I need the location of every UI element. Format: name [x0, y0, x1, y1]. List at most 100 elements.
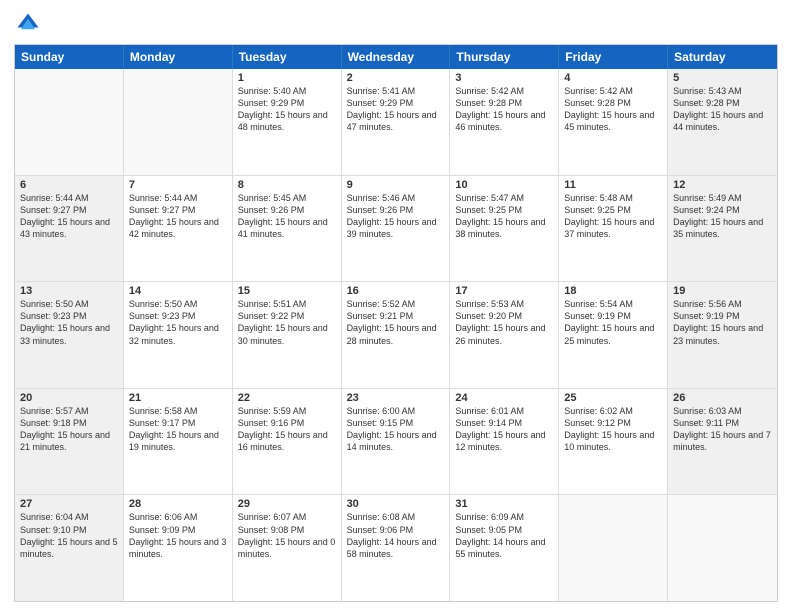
calendar-cell: [15, 69, 124, 175]
weekday-header: Wednesday: [342, 45, 451, 69]
calendar-cell: 26Sunrise: 6:03 AM Sunset: 9:11 PM Dayli…: [668, 389, 777, 495]
weekday-header: Monday: [124, 45, 233, 69]
day-info: Sunrise: 6:07 AM Sunset: 9:08 PM Dayligh…: [238, 511, 336, 560]
day-number: 25: [564, 392, 662, 404]
day-info: Sunrise: 5:47 AM Sunset: 9:25 PM Dayligh…: [455, 192, 553, 241]
calendar-cell: 23Sunrise: 6:00 AM Sunset: 9:15 PM Dayli…: [342, 389, 451, 495]
day-number: 10: [455, 179, 553, 191]
day-number: 15: [238, 285, 336, 297]
day-number: 21: [129, 392, 227, 404]
day-number: 16: [347, 285, 445, 297]
day-number: 27: [20, 498, 118, 510]
day-info: Sunrise: 6:04 AM Sunset: 9:10 PM Dayligh…: [20, 511, 118, 560]
weekday-header: Saturday: [668, 45, 777, 69]
day-number: 1: [238, 72, 336, 84]
calendar-cell: 8Sunrise: 5:45 AM Sunset: 9:26 PM Daylig…: [233, 176, 342, 282]
weekday-header: Sunday: [15, 45, 124, 69]
day-number: 4: [564, 72, 662, 84]
calendar-cell: 28Sunrise: 6:06 AM Sunset: 9:09 PM Dayli…: [124, 495, 233, 601]
day-info: Sunrise: 6:03 AM Sunset: 9:11 PM Dayligh…: [673, 405, 772, 454]
logo: [14, 10, 46, 38]
day-info: Sunrise: 5:42 AM Sunset: 9:28 PM Dayligh…: [564, 85, 662, 134]
calendar-cell: [124, 69, 233, 175]
day-info: Sunrise: 6:02 AM Sunset: 9:12 PM Dayligh…: [564, 405, 662, 454]
calendar-cell: 1Sunrise: 5:40 AM Sunset: 9:29 PM Daylig…: [233, 69, 342, 175]
page: SundayMondayTuesdayWednesdayThursdayFrid…: [0, 0, 792, 612]
day-info: Sunrise: 5:42 AM Sunset: 9:28 PM Dayligh…: [455, 85, 553, 134]
calendar-cell: 19Sunrise: 5:56 AM Sunset: 9:19 PM Dayli…: [668, 282, 777, 388]
calendar-cell: 7Sunrise: 5:44 AM Sunset: 9:27 PM Daylig…: [124, 176, 233, 282]
calendar-cell: 2Sunrise: 5:41 AM Sunset: 9:29 PM Daylig…: [342, 69, 451, 175]
calendar-body: 1Sunrise: 5:40 AM Sunset: 9:29 PM Daylig…: [15, 69, 777, 601]
day-info: Sunrise: 6:00 AM Sunset: 9:15 PM Dayligh…: [347, 405, 445, 454]
day-number: 6: [20, 179, 118, 191]
day-number: 26: [673, 392, 772, 404]
calendar-cell: 9Sunrise: 5:46 AM Sunset: 9:26 PM Daylig…: [342, 176, 451, 282]
day-number: 17: [455, 285, 553, 297]
day-info: Sunrise: 6:01 AM Sunset: 9:14 PM Dayligh…: [455, 405, 553, 454]
day-number: 28: [129, 498, 227, 510]
day-info: Sunrise: 5:56 AM Sunset: 9:19 PM Dayligh…: [673, 298, 772, 347]
calendar-cell: 14Sunrise: 5:50 AM Sunset: 9:23 PM Dayli…: [124, 282, 233, 388]
logo-icon: [14, 10, 42, 38]
calendar-cell: 4Sunrise: 5:42 AM Sunset: 9:28 PM Daylig…: [559, 69, 668, 175]
day-info: Sunrise: 5:43 AM Sunset: 9:28 PM Dayligh…: [673, 85, 772, 134]
day-info: Sunrise: 5:51 AM Sunset: 9:22 PM Dayligh…: [238, 298, 336, 347]
day-number: 14: [129, 285, 227, 297]
day-info: Sunrise: 6:08 AM Sunset: 9:06 PM Dayligh…: [347, 511, 445, 560]
day-number: 3: [455, 72, 553, 84]
calendar-cell: 25Sunrise: 6:02 AM Sunset: 9:12 PM Dayli…: [559, 389, 668, 495]
calendar-cell: 30Sunrise: 6:08 AM Sunset: 9:06 PM Dayli…: [342, 495, 451, 601]
day-number: 23: [347, 392, 445, 404]
calendar-cell: [559, 495, 668, 601]
calendar-cell: 31Sunrise: 6:09 AM Sunset: 9:05 PM Dayli…: [450, 495, 559, 601]
calendar-row: 1Sunrise: 5:40 AM Sunset: 9:29 PM Daylig…: [15, 69, 777, 175]
day-number: 8: [238, 179, 336, 191]
calendar: SundayMondayTuesdayWednesdayThursdayFrid…: [14, 44, 778, 602]
day-number: 13: [20, 285, 118, 297]
day-number: 11: [564, 179, 662, 191]
day-number: 2: [347, 72, 445, 84]
day-number: 22: [238, 392, 336, 404]
calendar-cell: 21Sunrise: 5:58 AM Sunset: 9:17 PM Dayli…: [124, 389, 233, 495]
calendar-cell: 10Sunrise: 5:47 AM Sunset: 9:25 PM Dayli…: [450, 176, 559, 282]
calendar-cell: 15Sunrise: 5:51 AM Sunset: 9:22 PM Dayli…: [233, 282, 342, 388]
day-info: Sunrise: 5:50 AM Sunset: 9:23 PM Dayligh…: [129, 298, 227, 347]
calendar-cell: 11Sunrise: 5:48 AM Sunset: 9:25 PM Dayli…: [559, 176, 668, 282]
day-info: Sunrise: 5:48 AM Sunset: 9:25 PM Dayligh…: [564, 192, 662, 241]
calendar-header: SundayMondayTuesdayWednesdayThursdayFrid…: [15, 45, 777, 69]
calendar-cell: 13Sunrise: 5:50 AM Sunset: 9:23 PM Dayli…: [15, 282, 124, 388]
weekday-header: Thursday: [450, 45, 559, 69]
calendar-cell: 6Sunrise: 5:44 AM Sunset: 9:27 PM Daylig…: [15, 176, 124, 282]
calendar-cell: 12Sunrise: 5:49 AM Sunset: 9:24 PM Dayli…: [668, 176, 777, 282]
day-info: Sunrise: 5:50 AM Sunset: 9:23 PM Dayligh…: [20, 298, 118, 347]
day-info: Sunrise: 5:46 AM Sunset: 9:26 PM Dayligh…: [347, 192, 445, 241]
calendar-cell: 20Sunrise: 5:57 AM Sunset: 9:18 PM Dayli…: [15, 389, 124, 495]
day-info: Sunrise: 5:44 AM Sunset: 9:27 PM Dayligh…: [129, 192, 227, 241]
day-info: Sunrise: 5:49 AM Sunset: 9:24 PM Dayligh…: [673, 192, 772, 241]
weekday-header: Friday: [559, 45, 668, 69]
calendar-cell: 3Sunrise: 5:42 AM Sunset: 9:28 PM Daylig…: [450, 69, 559, 175]
day-info: Sunrise: 5:54 AM Sunset: 9:19 PM Dayligh…: [564, 298, 662, 347]
day-number: 12: [673, 179, 772, 191]
day-number: 5: [673, 72, 772, 84]
calendar-row: 20Sunrise: 5:57 AM Sunset: 9:18 PM Dayli…: [15, 388, 777, 495]
calendar-row: 6 Sunrise: 5:44 AM Sunset: 9:27 PM Daylig…: [15, 175, 777, 282]
calendar-row: 27Sunrise: 6:04 AM Sunset: 9:10 PM Dayli…: [15, 494, 777, 601]
day-number: 18: [564, 285, 662, 297]
day-info: Sunrise: 5:40 AM Sunset: 9:29 PM Dayligh…: [238, 85, 336, 134]
weekday-header: Tuesday: [233, 45, 342, 69]
calendar-row: 13Sunrise: 5:50 AM Sunset: 9:23 PM Dayli…: [15, 281, 777, 388]
calendar-cell: 18Sunrise: 5:54 AM Sunset: 9:19 PM Dayli…: [559, 282, 668, 388]
header: [14, 10, 778, 38]
calendar-cell: 5Sunrise: 5:43 AM Sunset: 9:28 PM Daylig…: [668, 69, 777, 175]
day-info: Sunrise: 5:41 AM Sunset: 9:29 PM Dayligh…: [347, 85, 445, 134]
calendar-cell: 29Sunrise: 6:07 AM Sunset: 9:08 PM Dayli…: [233, 495, 342, 601]
day-number: 7: [129, 179, 227, 191]
day-number: 24: [455, 392, 553, 404]
day-info: Sunrise: 5:59 AM Sunset: 9:16 PM Dayligh…: [238, 405, 336, 454]
calendar-cell: 27Sunrise: 6:04 AM Sunset: 9:10 PM Dayli…: [15, 495, 124, 601]
day-number: 9: [347, 179, 445, 191]
day-info: Sunrise: 5:57 AM Sunset: 9:18 PM Dayligh…: [20, 405, 118, 454]
day-info: Sunrise: 5:58 AM Sunset: 9:17 PM Dayligh…: [129, 405, 227, 454]
